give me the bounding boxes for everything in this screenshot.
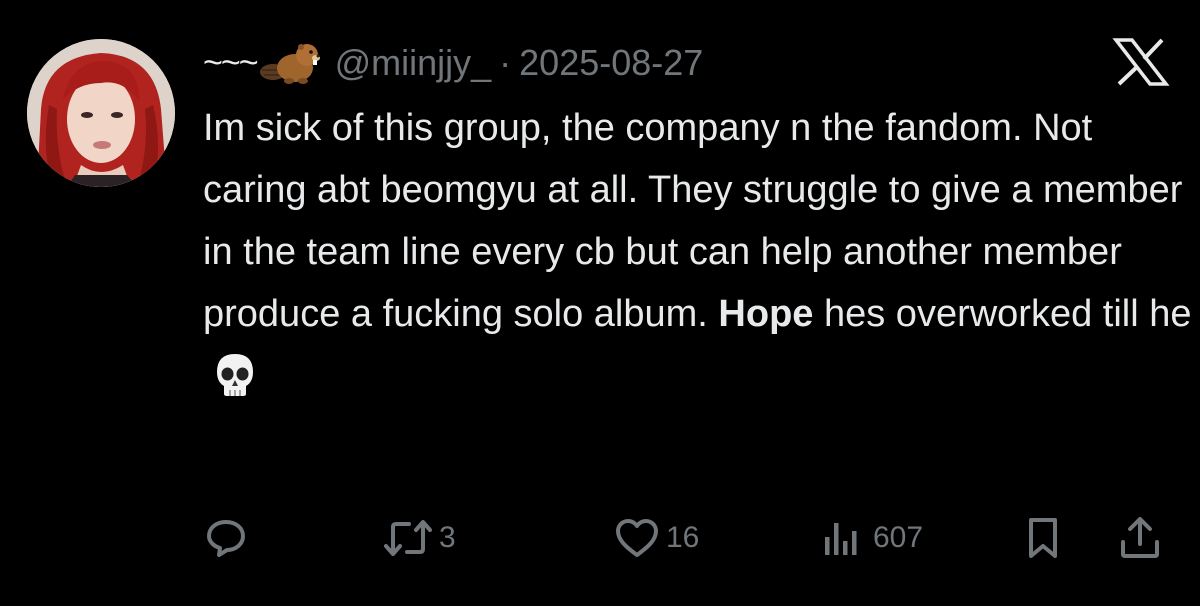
views-count: 607: [873, 521, 924, 554]
tweet-text: Im sick of this group, the company n the…: [203, 97, 1193, 407]
bookmark-button[interactable]: [1025, 508, 1061, 568]
tweet-text-bold: Hope: [718, 293, 814, 335]
retweet-icon: [383, 517, 433, 559]
reply-button[interactable]: [205, 508, 247, 568]
retweet-button[interactable]: 3: [383, 508, 456, 568]
x-logo-icon[interactable]: [1112, 38, 1170, 86]
display-name[interactable]: ~~~: [203, 44, 259, 83]
like-count: 16: [666, 521, 700, 554]
tweet-text-part-2: hes overworked till he: [823, 293, 1192, 335]
tweet-header: ~~~ @miinjjy_ · 2025-08-27: [203, 38, 703, 88]
handle[interactable]: @miinjjy_: [335, 42, 492, 84]
skull-icon: [213, 352, 257, 398]
retweet-count: 3: [439, 521, 456, 554]
reply-icon: [205, 517, 247, 559]
avatar[interactable]: [27, 39, 175, 187]
like-button[interactable]: 16: [614, 508, 699, 568]
action-bar: 3 16 607: [0, 508, 1200, 568]
share-button[interactable]: [1118, 508, 1162, 568]
views-icon: [821, 517, 867, 559]
share-icon: [1118, 516, 1162, 560]
heart-icon: [614, 517, 660, 559]
beaver-icon: [259, 40, 321, 86]
tweet-date[interactable]: 2025-08-27: [519, 42, 703, 84]
bookmark-icon: [1025, 516, 1061, 560]
separator-dot: ·: [499, 42, 512, 83]
views-button[interactable]: 607: [821, 508, 923, 568]
tweet-card: ~~~ @miinjjy_ · 2025-08-27 Im sick of th…: [0, 0, 1200, 606]
